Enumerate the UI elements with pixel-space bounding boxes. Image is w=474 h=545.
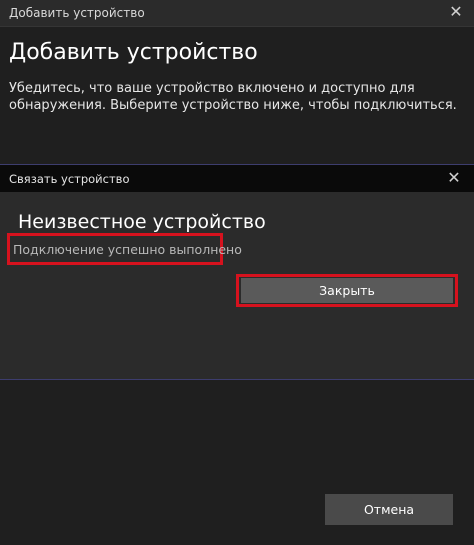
page-description: Убедитесь, что ваше устройство включено … [9,81,457,113]
connection-status: Подключение успешно выполнено [13,242,242,257]
close-button[interactable]: Закрыть [241,278,453,303]
dialog-close-icon[interactable]: ✕ [444,168,464,188]
page-title: Добавить устройство [9,40,258,65]
pair-device-dialog: Связать устройство ✕ Неизвестное устройс… [0,164,474,380]
window-titlebar: Добавить устройство ✕ [0,0,474,27]
window-close-icon[interactable]: ✕ [446,2,466,22]
device-name: Неизвестное устройство [18,211,266,233]
dialog-titlebar: Связать устройство ✕ [0,165,474,192]
window-title: Добавить устройство [9,6,145,20]
cancel-button[interactable]: Отмена [325,494,453,525]
dialog-title: Связать устройство [9,172,130,186]
